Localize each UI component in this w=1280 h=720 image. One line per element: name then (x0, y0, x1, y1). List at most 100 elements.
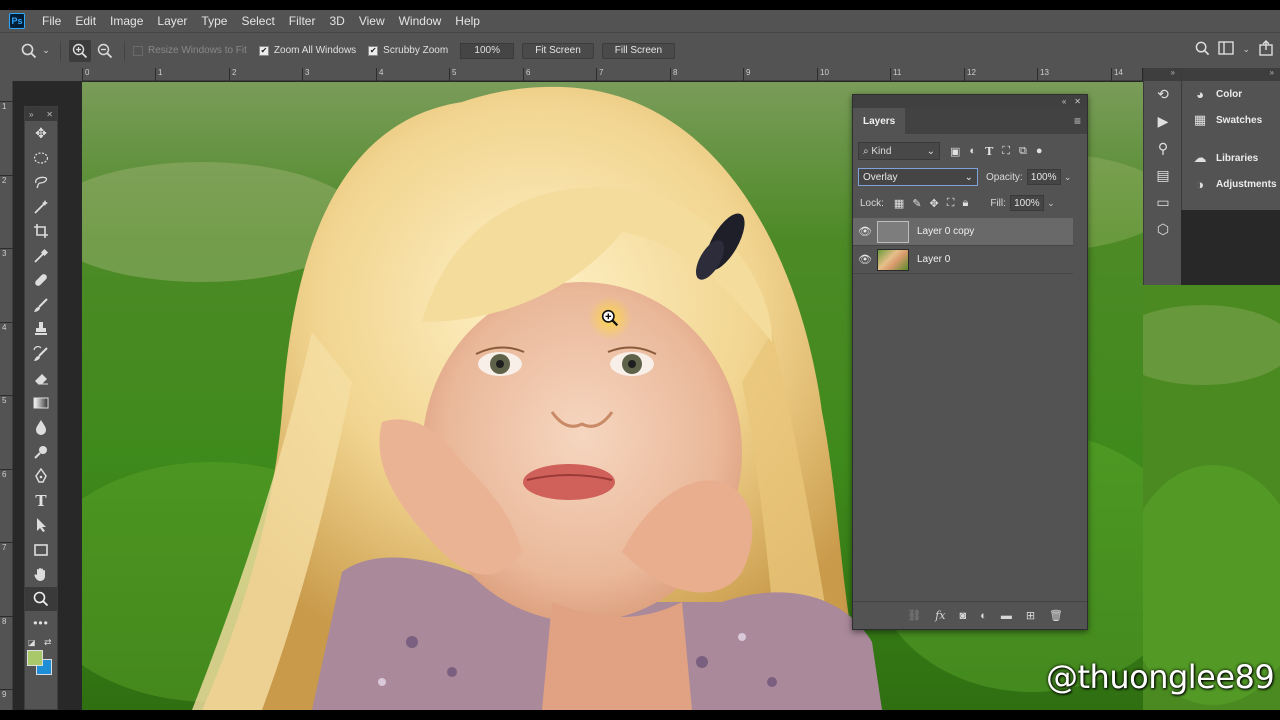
panel-menu-icon[interactable]: ≡ (1074, 114, 1081, 128)
menu-layer[interactable]: Layer (150, 10, 194, 32)
workspace-layout-icon[interactable] (1218, 41, 1235, 58)
dock-item-color[interactable]: ◕ Color (1182, 81, 1280, 107)
resize-windows-checkbox[interactable]: Resize Windows to Fit (133, 45, 247, 56)
dock-item-swatches[interactable]: ▦ Swatches (1182, 107, 1280, 133)
tab-layers[interactable]: Layers (853, 108, 906, 134)
layers-panel-titlebar[interactable]: « ✕ (853, 95, 1087, 108)
lasso-tool-icon[interactable] (25, 170, 57, 195)
move-tool-icon[interactable]: ✥ (25, 121, 57, 146)
zoom-out-icon[interactable] (94, 40, 116, 62)
type-layer-filter-icon[interactable]: T (985, 145, 993, 158)
adjustment-layer-filter-icon[interactable]: ◐ (969, 145, 976, 158)
history-brush-tool-icon[interactable] (25, 342, 57, 367)
layer-style-fx-icon[interactable]: fx (935, 609, 945, 622)
new-layer-icon[interactable]: ⊞ (1026, 609, 1035, 622)
properties-panel-icon[interactable]: ▤ (1144, 162, 1182, 189)
chevron-down-icon[interactable]: ⌄ (1242, 44, 1250, 55)
brush-tool-icon[interactable] (25, 293, 57, 318)
menu-edit[interactable]: Edit (68, 10, 103, 32)
zoom-tool-icon[interactable] (25, 586, 57, 611)
actions-play-icon[interactable]: ▶ (1144, 108, 1182, 135)
menu-3d[interactable]: 3D (322, 10, 351, 32)
collapse-arrows-icon[interactable]: » (1182, 68, 1280, 81)
lock-transparent-pixels-icon[interactable]: ▦ (894, 197, 904, 210)
layer-thumbnail[interactable] (877, 220, 909, 243)
fit-screen-button[interactable]: Fit Screen (522, 42, 594, 59)
collapse-arrows-icon[interactable]: « (1062, 97, 1066, 106)
add-mask-icon[interactable]: ◙ (960, 610, 967, 622)
visibility-eye-icon[interactable]: 👁︎ (853, 225, 877, 238)
kind-filter-select[interactable]: ⌕ Kind ⌄ (858, 142, 940, 160)
menu-image[interactable]: Image (103, 10, 150, 32)
close-icon[interactable]: ✕ (46, 110, 53, 119)
fill-field[interactable]: 100% (1009, 195, 1044, 211)
delete-layer-icon[interactable]: 🗑︎ (1049, 609, 1063, 622)
type-tool-icon[interactable]: T (25, 489, 57, 514)
smart-object-filter-icon[interactable]: ⧉ (1019, 145, 1027, 158)
magic-wand-tool-icon[interactable] (25, 195, 57, 220)
default-colors-icon[interactable]: ◪ (28, 638, 36, 647)
share-icon[interactable] (1258, 40, 1274, 59)
vertical-ruler[interactable]: 1 2 3 4 5 6 7 8 9 (0, 81, 13, 710)
zoom-in-icon[interactable] (69, 39, 91, 62)
filter-toggle-icon[interactable]: ● (1036, 145, 1043, 158)
dodge-tool-icon[interactable] (25, 440, 57, 465)
lock-all-icon[interactable]: 🔒︎ (962, 197, 968, 210)
swap-colors-icon[interactable]: ⇄ (44, 637, 52, 648)
lock-artboard-icon[interactable]: ⛶ (947, 197, 955, 210)
healing-brush-tool-icon[interactable] (25, 268, 57, 293)
eraser-tool-icon[interactable] (25, 366, 57, 391)
menu-window[interactable]: Window (392, 10, 449, 32)
character-panel-icon[interactable]: ⚲ (1144, 135, 1182, 162)
canvas-visible-right[interactable] (1143, 285, 1280, 710)
foreground-color-swatch[interactable] (27, 649, 43, 666)
lock-position-icon[interactable]: ✥ (930, 197, 939, 210)
shape-layer-filter-icon[interactable]: ⛶ (1002, 145, 1010, 158)
gradient-tool-icon[interactable] (25, 391, 57, 416)
layer-row[interactable]: 👁︎ Layer 0 (853, 246, 1073, 274)
3d-panel-icon[interactable]: ⬡ (1144, 216, 1182, 243)
collapse-arrows-icon[interactable]: » (29, 110, 33, 119)
rectangle-tool-icon[interactable] (25, 538, 57, 563)
layer-name[interactable]: Layer 0 copy (917, 226, 974, 237)
zoom-tool-preset-icon[interactable] (18, 40, 40, 62)
fill-screen-button[interactable]: Fill Screen (601, 42, 676, 59)
more-tools-icon[interactable]: ••• (25, 611, 57, 636)
layer-row[interactable]: 👁︎ Layer 0 copy (853, 218, 1073, 246)
lock-image-pixels-icon[interactable]: ✎ (912, 197, 921, 210)
clone-stamp-tool-icon[interactable] (25, 317, 57, 342)
blend-mode-select[interactable]: Overlay ⌄ (858, 168, 978, 186)
menu-select[interactable]: Select (234, 10, 281, 32)
chevron-down-icon[interactable]: ⌄ (40, 40, 52, 62)
menu-type[interactable]: Type (194, 10, 234, 32)
menu-view[interactable]: View (352, 10, 392, 32)
menu-help[interactable]: Help (448, 10, 487, 32)
zoom-percent-field[interactable]: 100% (460, 42, 515, 59)
menu-file[interactable]: File (35, 10, 68, 32)
history-panel-icon[interactable]: ⟲ (1144, 81, 1182, 108)
chevron-down-icon[interactable]: ⌄ (1044, 195, 1058, 211)
search-icon[interactable] (1195, 41, 1210, 59)
hand-tool-icon[interactable] (25, 562, 57, 587)
new-adjustment-layer-icon[interactable]: ◐ (980, 610, 987, 622)
new-group-icon[interactable]: ▬ (1001, 610, 1012, 622)
layer-name[interactable]: Layer 0 (917, 254, 950, 265)
chevron-down-icon[interactable]: ⌄ (1061, 169, 1075, 185)
path-selection-tool-icon[interactable] (25, 513, 57, 538)
menu-filter[interactable]: Filter (282, 10, 323, 32)
pen-tool-icon[interactable] (25, 464, 57, 489)
link-layers-icon[interactable]: ⛓ (907, 609, 921, 622)
close-icon[interactable]: ✕ (1074, 97, 1081, 106)
blur-tool-icon[interactable] (25, 415, 57, 440)
horizontal-ruler[interactable]: 0 1 2 3 4 5 6 7 8 9 10 11 12 13 14 (82, 68, 1142, 81)
tools-panel-header[interactable]: » ✕ (25, 107, 57, 121)
layer-thumbnail[interactable] (877, 248, 909, 271)
zoom-all-windows-checkbox[interactable]: ✔ Zoom All Windows (258, 45, 356, 56)
collapse-arrows-icon[interactable]: » (1144, 68, 1181, 81)
pixel-layer-filter-icon[interactable]: ▣ (950, 145, 960, 158)
eyedropper-tool-icon[interactable] (25, 244, 57, 269)
crop-tool-icon[interactable] (25, 219, 57, 244)
notes-panel-icon[interactable]: ▭ (1144, 189, 1182, 216)
dock-item-adjustments[interactable]: ◑ Adjustments (1182, 171, 1280, 197)
elliptical-marquee-tool-icon[interactable] (25, 146, 57, 171)
